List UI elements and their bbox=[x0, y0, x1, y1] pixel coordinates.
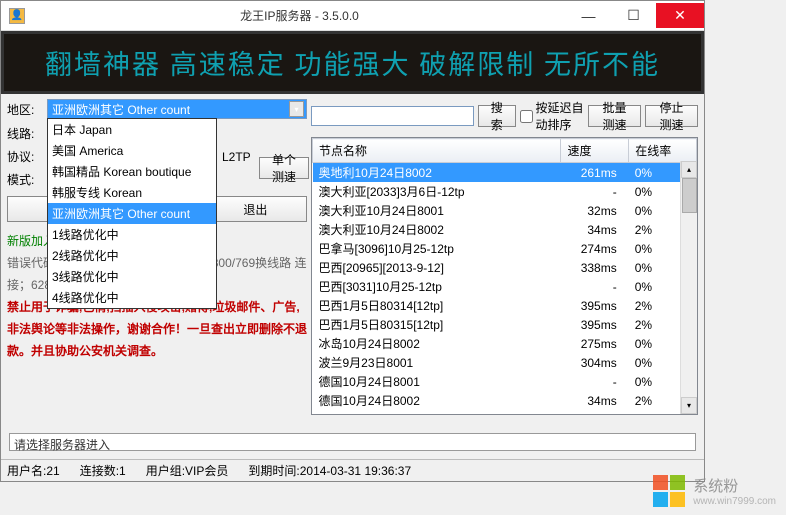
table-row[interactable]: 德国10月24日8001-0% bbox=[313, 372, 697, 391]
table-row[interactable]: 巴西[3031]10月25-12tp-0% bbox=[313, 277, 697, 296]
table-row[interactable]: 澳大利亚[2033]3月6日-12tp-0% bbox=[313, 182, 697, 201]
stop-test-button[interactable]: 停止测速 bbox=[645, 105, 698, 127]
close-button[interactable]: ✕ bbox=[656, 3, 704, 28]
banner-slogan: 翻墙神器 高速稳定 功能强大 破解限制 无所不能 bbox=[1, 31, 704, 94]
app-icon: 👤 bbox=[9, 8, 25, 24]
search-input[interactable] bbox=[311, 106, 474, 126]
table-row[interactable]: 澳大利亚10月24日800234ms2% bbox=[313, 220, 697, 239]
dropdown-item[interactable]: 韩国精品 Korean boutique bbox=[48, 161, 216, 182]
hint-bar: 请选择服务器进入 bbox=[9, 433, 696, 451]
status-group: 用户组:VIP会员 bbox=[146, 462, 229, 479]
window-title: 龙王IP服务器 - 3.5.0.0 bbox=[33, 7, 566, 24]
proto-label: 协议: bbox=[7, 148, 47, 165]
search-button[interactable]: 搜索 bbox=[478, 105, 516, 127]
table-row[interactable]: 冰岛10月24日8002275ms0% bbox=[313, 334, 697, 353]
line-label: 线路: bbox=[7, 125, 47, 142]
table-row[interactable]: 德国10月24日800234ms2% bbox=[313, 391, 697, 410]
titlebar: 👤 龙王IP服务器 - 3.5.0.0 — ☐ ✕ bbox=[1, 1, 704, 31]
scroll-thumb[interactable] bbox=[682, 178, 697, 213]
server-table[interactable]: 节点名称 速度 在线率 奥地利10月24日8002261ms0%澳大利亚[203… bbox=[311, 137, 698, 415]
dropdown-item[interactable]: 3线路优化中 bbox=[48, 266, 216, 287]
region-combo[interactable]: 亚洲欧洲其它 Other count ▾ bbox=[47, 99, 307, 119]
scrollbar[interactable]: ▴ ▾ bbox=[680, 161, 697, 414]
proto-value: L2TP bbox=[222, 150, 251, 164]
dropdown-item[interactable]: 1线路优化中 bbox=[48, 224, 216, 245]
exit-button[interactable]: 退出 bbox=[204, 196, 307, 222]
ms-logo-icon bbox=[653, 475, 685, 507]
dropdown-item[interactable]: 2线路优化中 bbox=[48, 245, 216, 266]
status-user: 用户名:21 bbox=[7, 462, 60, 479]
region-label: 地区: bbox=[7, 101, 47, 118]
batch-test-button[interactable]: 批量测速 bbox=[588, 105, 641, 127]
dropdown-item[interactable]: 亚洲欧洲其它 Other count bbox=[48, 203, 216, 224]
region-dropdown[interactable]: 日本 Japan美国 America韩国精品 Korean boutique韩服… bbox=[47, 118, 217, 309]
table-row[interactable]: 澳大利亚10月24日800132ms0% bbox=[313, 201, 697, 220]
mode-label: 模式: bbox=[7, 171, 47, 188]
col-node[interactable]: 节点名称 bbox=[313, 139, 561, 163]
single-test-button[interactable]: 单个测速 bbox=[259, 157, 309, 179]
table-row[interactable]: 波兰9月23日8001304ms0% bbox=[313, 353, 697, 372]
table-row[interactable]: 巴拿马[3096]10月25-12tp274ms0% bbox=[313, 239, 697, 258]
table-row[interactable]: 巴西[20965][2013-9-12]338ms0% bbox=[313, 258, 697, 277]
scroll-up-icon[interactable]: ▴ bbox=[681, 161, 697, 178]
table-row[interactable]: 奥地利10月24日8002261ms0% bbox=[313, 163, 697, 183]
status-bar: 用户名:21 连接数:1 用户组:VIP会员 到期时间:2014-03-31 1… bbox=[1, 459, 704, 481]
dropdown-item[interactable]: 韩服专线 Korean bbox=[48, 182, 216, 203]
col-speed[interactable]: 速度 bbox=[561, 139, 629, 163]
status-expire: 到期时间:2014-03-31 19:36:37 bbox=[248, 462, 411, 479]
minimize-button[interactable]: — bbox=[566, 3, 611, 28]
maximize-button[interactable]: ☐ bbox=[611, 3, 656, 28]
dropdown-item[interactable]: 日本 Japan bbox=[48, 119, 216, 140]
chevron-down-icon[interactable]: ▾ bbox=[289, 101, 304, 117]
col-online[interactable]: 在线率 bbox=[629, 139, 697, 163]
auto-sort-checkbox[interactable]: 按延迟自动排序 bbox=[520, 99, 585, 133]
scroll-down-icon[interactable]: ▾ bbox=[681, 397, 697, 414]
dropdown-item[interactable]: 美国 America bbox=[48, 140, 216, 161]
status-conn: 连接数:1 bbox=[80, 462, 126, 479]
dropdown-item[interactable]: 4线路优化中 bbox=[48, 287, 216, 308]
watermark: 系统粉 www.win7999.com bbox=[653, 475, 776, 507]
table-row[interactable]: 巴西1月5日80314[12tp]395ms2% bbox=[313, 296, 697, 315]
table-row[interactable]: 巴西1月5日80315[12tp]395ms2% bbox=[313, 315, 697, 334]
